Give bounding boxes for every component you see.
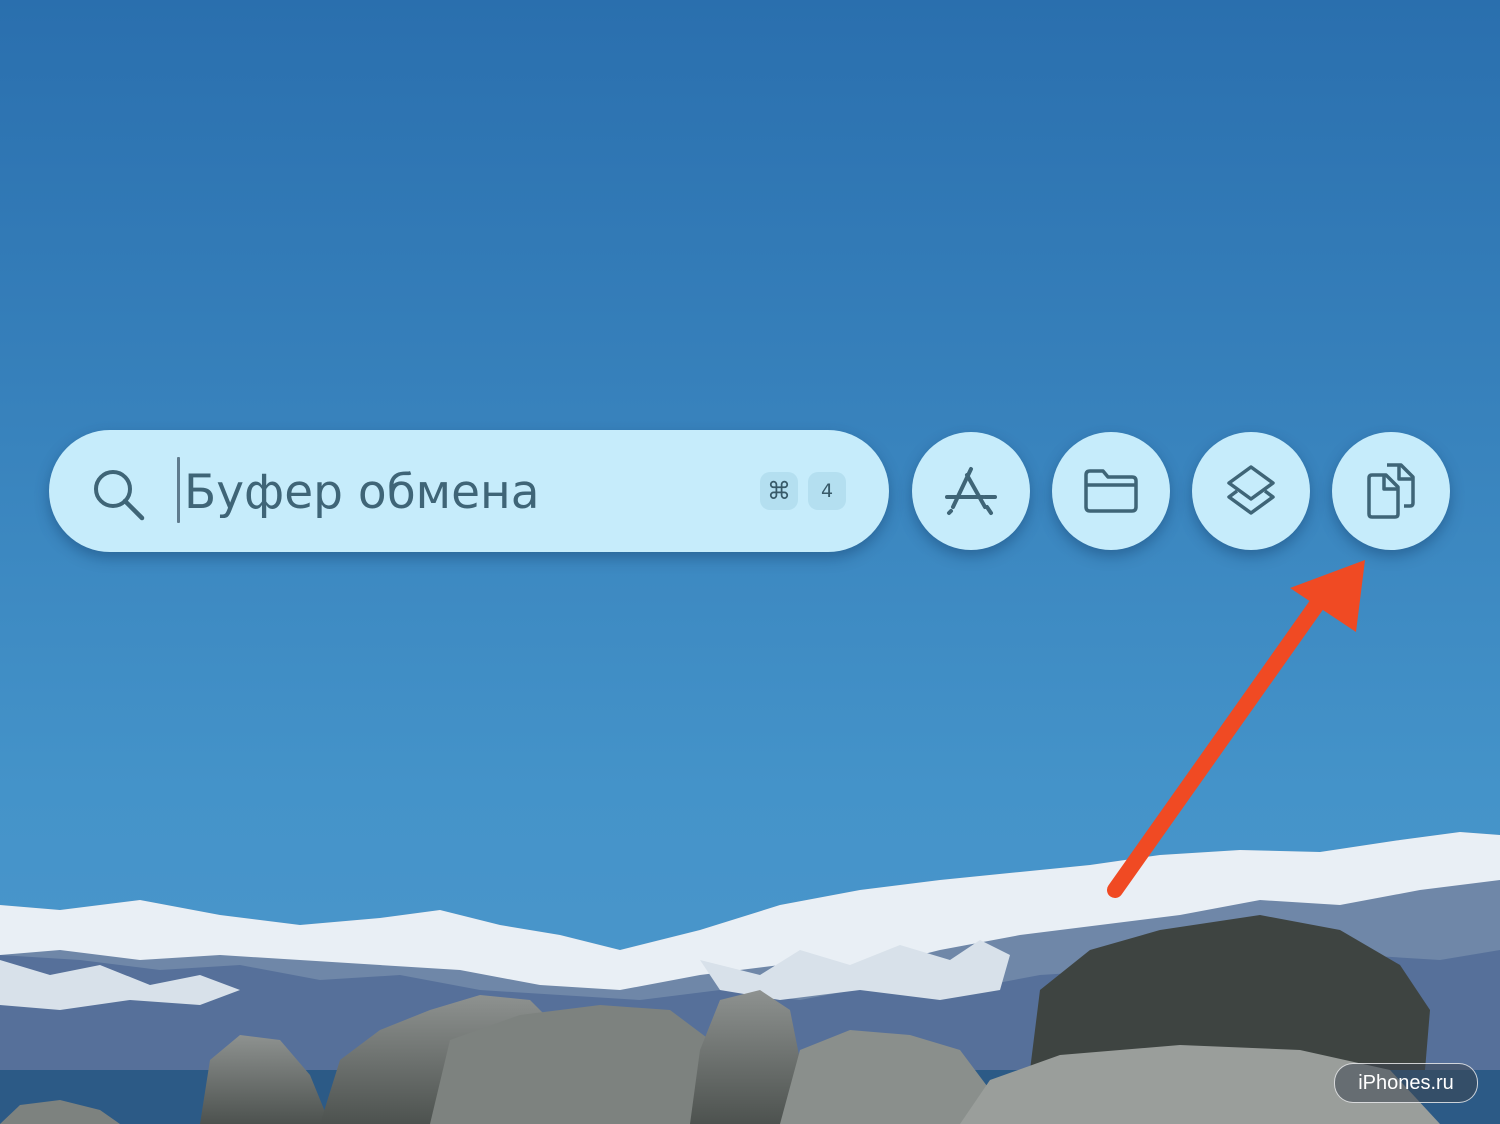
clipboard-button[interactable]	[1332, 432, 1450, 550]
clipboard-icon	[1367, 463, 1415, 519]
shortcuts-icon	[1227, 465, 1275, 515]
app-store-icon	[945, 467, 997, 515]
shortcuts-button[interactable]	[1192, 432, 1310, 550]
search-input[interactable]: Буфер обмена	[184, 460, 540, 526]
apps-button[interactable]	[912, 432, 1030, 550]
shortcut-number-badge: 4	[808, 472, 846, 510]
text-cursor	[177, 457, 180, 523]
desktop-wallpaper	[0, 0, 1500, 1124]
watermark-badge: iPhones.ru	[1334, 1063, 1478, 1103]
folder-icon	[1084, 469, 1138, 513]
command-key-badge: ⌘	[760, 472, 798, 510]
search-icon	[94, 470, 145, 521]
files-button[interactable]	[1052, 432, 1170, 550]
